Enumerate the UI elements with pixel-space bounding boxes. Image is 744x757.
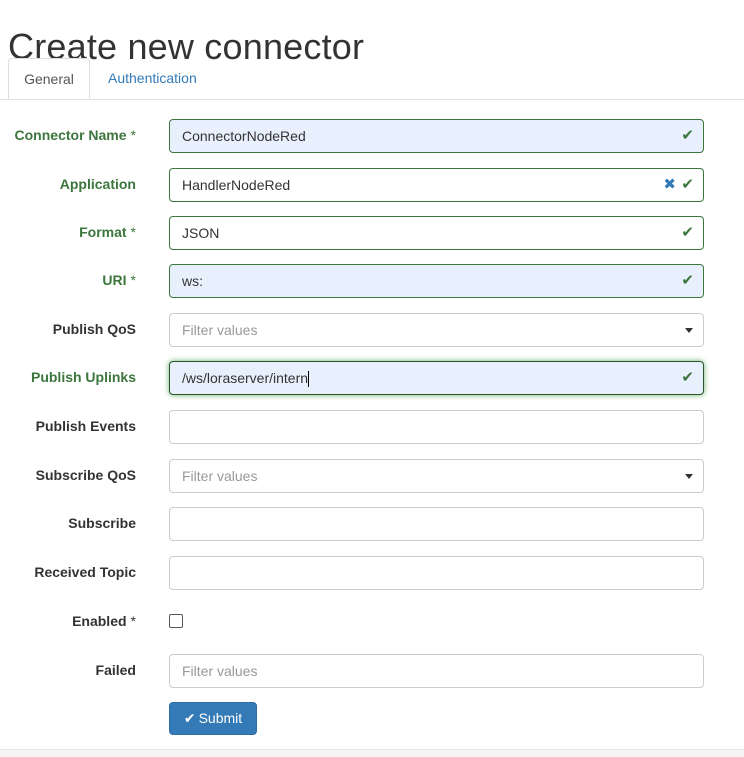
connector-name-input[interactable]: ConnectorNodeRed ✔ (169, 119, 704, 153)
connector-name-row: Connector Name * ConnectorNodeRed ✔ (0, 119, 744, 153)
format-row: Format * JSON ✔ (0, 216, 744, 250)
enabled-label: Enabled * (72, 613, 136, 629)
subscribe-qos-label: Subscribe QoS (35, 467, 136, 483)
failed-label: Failed (95, 662, 136, 678)
publish-uplinks-value: /ws/loraserver/intern (182, 370, 309, 386)
format-label: Format * (79, 224, 136, 240)
check-icon: ✔ (681, 224, 694, 241)
subscribe-qos-select[interactable]: Filter values (169, 459, 704, 493)
application-value: HandlerNodeRed (182, 177, 291, 193)
subscribe-row: Subscribe (0, 507, 744, 541)
submit-label: Submit (198, 710, 243, 726)
publish-uplinks-row: Publish Uplinks /ws/loraserver/intern ✔ (0, 361, 744, 395)
format-value: JSON (182, 225, 220, 241)
received-topic-label: Received Topic (34, 564, 136, 580)
application-label: Application (59, 176, 136, 192)
check-icon: ✔ (681, 369, 694, 386)
publish-qos-label: Publish QoS (52, 321, 136, 337)
format-select[interactable]: JSON ✔ (169, 216, 704, 250)
publish-uplinks-label: Publish Uplinks (30, 369, 136, 385)
publish-qos-row: Publish QoS Filter values (0, 313, 744, 347)
uri-input[interactable]: ws: ✔ (169, 264, 704, 298)
check-icon: ✔ (183, 710, 196, 726)
text-cursor (308, 371, 310, 388)
failed-placeholder: Filter values (182, 663, 258, 679)
connector-name-label: Connector Name * (14, 127, 136, 143)
received-topic-row: Received Topic (0, 556, 744, 590)
received-topic-input[interactable] (169, 556, 704, 590)
subscribe-input[interactable] (169, 507, 704, 541)
publish-qos-placeholder: Filter values (182, 322, 258, 338)
connector-name-value: ConnectorNodeRed (182, 128, 306, 144)
publish-events-input[interactable] (169, 410, 704, 444)
subscribe-qos-row: Subscribe QoS Filter values (0, 459, 744, 493)
failed-row: Failed Filter values (0, 654, 744, 688)
check-icon: ✔ (681, 176, 694, 193)
application-row: Application HandlerNodeRed ✖ ✔ (0, 168, 744, 202)
caret-down-icon (685, 474, 693, 479)
application-select[interactable]: HandlerNodeRed ✖ ✔ (169, 168, 704, 202)
enabled-checkbox[interactable] (169, 614, 183, 628)
uri-label: URI * (102, 272, 136, 288)
uri-value: ws: (182, 273, 203, 289)
subscribe-label: Subscribe (68, 515, 136, 531)
enabled-row: Enabled * (0, 605, 744, 639)
clear-icon[interactable]: ✖ (663, 169, 676, 201)
publish-events-label: Publish Events (35, 418, 136, 434)
check-icon: ✔ (681, 127, 694, 144)
publish-uplinks-input[interactable]: /ws/loraserver/intern ✔ (169, 361, 704, 395)
publish-qos-select[interactable]: Filter values (169, 313, 704, 347)
tab-bar: General Authentication (0, 58, 744, 100)
check-icon: ✔ (681, 272, 694, 289)
tab-authentication[interactable]: Authentication (93, 58, 212, 98)
submit-button[interactable]: ✔ Submit (169, 702, 257, 735)
tab-general[interactable]: General (8, 58, 90, 99)
publish-events-row: Publish Events (0, 410, 744, 444)
uri-row: URI * ws: ✔ (0, 264, 744, 298)
caret-down-icon (685, 328, 693, 333)
failed-select[interactable]: Filter values (169, 654, 704, 688)
subscribe-qos-placeholder: Filter values (182, 468, 258, 484)
